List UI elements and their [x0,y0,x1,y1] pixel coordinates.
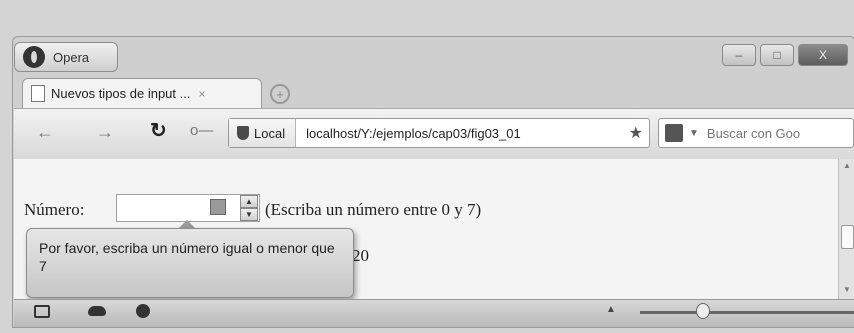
url-text[interactable]: localhost/Y:/ejemplos/cap03/fig03_01 [296,126,629,141]
vertical-scrollbar[interactable]: ▲ ▼ [838,159,854,299]
validation-message: Por favor, escriba un número igual o men… [39,240,335,274]
panel-icon[interactable] [34,305,50,318]
address-bar[interactable]: Local localhost/Y:/ejemplos/cap03/fig03_… [228,118,650,148]
scrollbar-thumb[interactable] [841,225,854,249]
minimize-button[interactable]: – [722,44,756,66]
opera-menu-button[interactable]: Opera [14,42,118,72]
forward-icon[interactable]: → [96,122,114,143]
tab-nuevos-tipos[interactable]: Nuevos tipos de input ... × [22,78,262,108]
number-field-label: Número: [24,200,85,219]
search-dropdown-icon[interactable]: ▼ [689,128,699,139]
page-icon [31,85,45,102]
reload-icon[interactable]: ↻ [150,118,167,143]
validation-tooltip: Por favor, escriba un número igual o men… [26,228,354,298]
security-badge[interactable]: Local [229,119,297,147]
back-icon[interactable]: ← [36,122,54,143]
opera-menu-label: Opera [53,49,90,65]
new-tab-button[interactable]: + [270,84,290,104]
key-icon[interactable]: o— [190,122,213,139]
opera-logo-icon [23,46,45,68]
entered-value: 20 [352,246,369,265]
input-error-icon [210,199,226,215]
spinner-up-button[interactable]: ▲ [240,195,258,208]
zoom-slider-track[interactable] [640,311,854,314]
scroll-up-icon[interactable]: ▲ [843,161,851,170]
number-spinner[interactable]: ▲ ▼ [240,195,258,221]
spinner-down-button[interactable]: ▼ [240,208,258,221]
search-box[interactable]: ▼ [658,118,854,148]
shield-icon [237,126,249,140]
search-engine-icon[interactable] [665,124,683,142]
cloud-icon[interactable] [88,306,106,316]
tab-close-icon[interactable]: × [198,87,205,101]
security-label: Local [254,125,286,141]
number-hint: (Escriba un número entre 0 y 7) [265,200,482,219]
number-input[interactable] [116,194,260,222]
scroll-down-icon[interactable]: ▼ [843,285,851,294]
up-arrow-icon[interactable]: ▲ [606,304,616,315]
speed-dial-icon[interactable] [136,304,150,318]
tab-title: Nuevos tipos de input ... [51,86,191,101]
maximize-button[interactable]: □ [760,44,794,66]
zoom-slider-thumb[interactable] [696,303,710,319]
search-input[interactable] [704,124,819,142]
window-controls: – □ X [722,44,848,66]
close-window-button[interactable]: X [798,44,848,66]
bookmark-star-icon[interactable]: ★ [629,123,649,143]
